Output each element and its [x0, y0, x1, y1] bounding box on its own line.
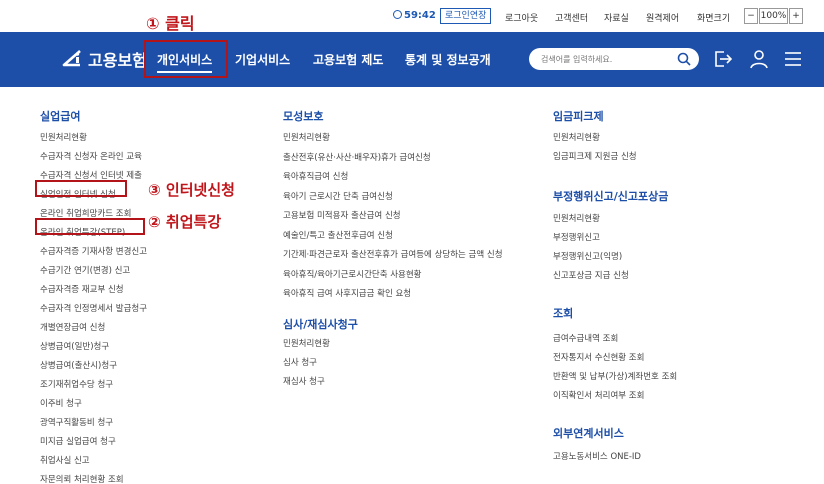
column-title-wage-peak: 임금피크제 — [553, 110, 604, 123]
column-title-unemployment: 실업급여 — [40, 110, 81, 123]
main-navbar: 고용보험 개인서비스 기업서비스 고용보험 제도 통계 및 정보공개 — [0, 32, 824, 87]
utility-bar: 59:42 로그인연장 로그아웃 고객센터 자료실 원격제어 화면크기 − 10… — [0, 0, 824, 32]
menu-item-maternity[interactable]: 육아휴직 급여 사후지급금 확인 요청 — [283, 287, 411, 299]
menu-item-maternity[interactable]: 출산전후(유산·사산·배우자)휴가 급여신청 — [283, 151, 431, 163]
column-title-inquiry: 조회 — [553, 307, 574, 320]
highlight-box-online-lecture — [35, 218, 145, 235]
menu-item-wage-peak[interactable]: 민원처리현황 — [553, 131, 600, 143]
menu-item-unemployment[interactable]: 상병급여(출산시)청구 — [40, 359, 117, 371]
menu-item-unemployment[interactable]: 수급기간 연기(변경) 신고 — [40, 264, 130, 276]
logout-link[interactable]: 로그아웃 — [505, 11, 538, 24]
zoom-out-button[interactable]: − — [744, 8, 758, 24]
timer-value: 59:42 — [404, 10, 436, 21]
user-icon[interactable] — [748, 48, 770, 70]
menu-item-maternity[interactable]: 육아휴직/육아기근로시간단축 사용현황 — [283, 268, 422, 280]
menu-item-unemployment[interactable]: 개별연장급여 신청 — [40, 321, 105, 333]
nav-insurance-system[interactable]: 고용보험 제도 — [313, 51, 383, 68]
column-title-appeal: 심사/재심사청구 — [283, 318, 358, 331]
menu-item-appeal[interactable]: 재심사 청구 — [283, 375, 325, 387]
menu-item-appeal[interactable]: 심사 청구 — [283, 356, 317, 368]
menu-icon[interactable] — [782, 48, 804, 70]
logo-text: 고용보험 — [88, 51, 147, 70]
login-extend-button[interactable]: 로그인연장 — [440, 8, 492, 24]
menu-item-wage-peak[interactable]: 임금피크제 지원금 신청 — [553, 150, 637, 162]
annotation-online-lecture: ② 취업특강 — [148, 213, 222, 231]
zoom-label: 화면크기 — [697, 14, 731, 24]
column-title-external: 외부연계서비스 — [553, 427, 624, 440]
menu-item-fraud-report[interactable]: 민원처리현황 — [553, 212, 600, 224]
menu-item-unemployment[interactable]: 수급자격 신청자 온라인 교육 — [40, 150, 142, 162]
highlight-box-personal-services — [144, 40, 228, 78]
menu-item-maternity[interactable]: 고용보험 미적용자 출산급여 신청 — [283, 209, 401, 221]
support-link[interactable]: 고객센터 — [555, 11, 588, 24]
menu-item-inquiry[interactable]: 이직확인서 처리여부 조회 — [553, 389, 644, 401]
column-title-fraud-report: 부정행위신고/신고포상금 — [553, 190, 669, 203]
zoom-value: 100% — [759, 8, 788, 24]
menu-item-maternity[interactable]: 육아휴직급여 신청 — [283, 170, 348, 182]
nav-statistics[interactable]: 통계 및 정보공개 — [405, 51, 491, 68]
menu-item-inquiry[interactable]: 급여수급내역 조회 — [553, 332, 618, 344]
menu-item-maternity[interactable]: 예술인/특고 출산전후급여 신청 — [283, 229, 393, 241]
nav-business-services[interactable]: 기업서비스 — [235, 51, 290, 68]
menu-item-unemployment[interactable]: 상병급여(일반)청구 — [40, 340, 109, 352]
zoom-in-button[interactable]: + — [789, 8, 803, 24]
menu-item-maternity[interactable]: 민원처리현황 — [283, 131, 330, 143]
library-link[interactable]: 자료실 — [604, 11, 629, 24]
menu-item-maternity[interactable]: 육아기 근로시간 단축 급여신청 — [283, 190, 393, 202]
menu-item-inquiry[interactable]: 반환액 및 납부(가상)계좌번호 조회 — [553, 370, 677, 382]
column-title-maternity: 모성보호 — [283, 110, 324, 123]
highlight-box-internet-apply — [35, 180, 127, 197]
remote-control-link[interactable]: 원격제어 — [646, 11, 679, 24]
search-input[interactable] — [541, 54, 665, 64]
session-timer: 59:42 — [393, 10, 436, 21]
menu-item-inquiry[interactable]: 전자통지서 수신현황 조회 — [553, 351, 644, 363]
menu-item-appeal[interactable]: 민원처리현황 — [283, 337, 330, 349]
search-box — [529, 48, 699, 70]
menu-item-external[interactable]: 고용노동서비스 ONE-ID — [553, 450, 641, 462]
site-logo[interactable]: 고용보험 — [60, 47, 147, 71]
search-icon[interactable] — [677, 52, 691, 66]
menu-item-maternity[interactable]: 기간제·파견근로자 출산전후휴가 급여등에 상당하는 금액 신청 — [283, 248, 503, 260]
menu-item-unemployment[interactable]: 미지급 실업급여 청구 — [40, 435, 116, 447]
menu-item-unemployment[interactable]: 조기재취업수당 청구 — [40, 378, 113, 390]
menu-item-unemployment[interactable]: 이주비 청구 — [40, 397, 82, 409]
logout-icon[interactable] — [712, 48, 734, 70]
menu-item-unemployment[interactable]: 수급자격증 기재사항 변경신고 — [40, 245, 147, 257]
menu-item-unemployment[interactable]: 수급자격증 재교부 신청 — [40, 283, 124, 295]
menu-item-unemployment[interactable]: 취업사실 신고 — [40, 454, 90, 466]
menu-item-unemployment[interactable]: 민원처리현황 — [40, 131, 87, 143]
menu-item-fraud-report[interactable]: 신고포상금 지급 신청 — [553, 269, 629, 281]
menu-item-fraud-report[interactable]: 부정행위신고(익명) — [553, 250, 622, 262]
annotation-click: ① 클릭 — [146, 14, 195, 33]
menu-item-unemployment[interactable]: 수급자격 인정명세서 발급청구 — [40, 302, 147, 314]
menu-item-fraud-report[interactable]: 부정행위신고 — [553, 231, 600, 243]
menu-item-unemployment[interactable]: 자문의뢰 처리현황 조회 — [40, 473, 124, 484]
logo-icon — [62, 50, 81, 67]
menu-item-unemployment[interactable]: 광역구직활동비 청구 — [40, 416, 113, 428]
clock-icon — [393, 10, 402, 19]
annotation-internet-apply: ③ 인터넷신청 — [148, 181, 235, 199]
